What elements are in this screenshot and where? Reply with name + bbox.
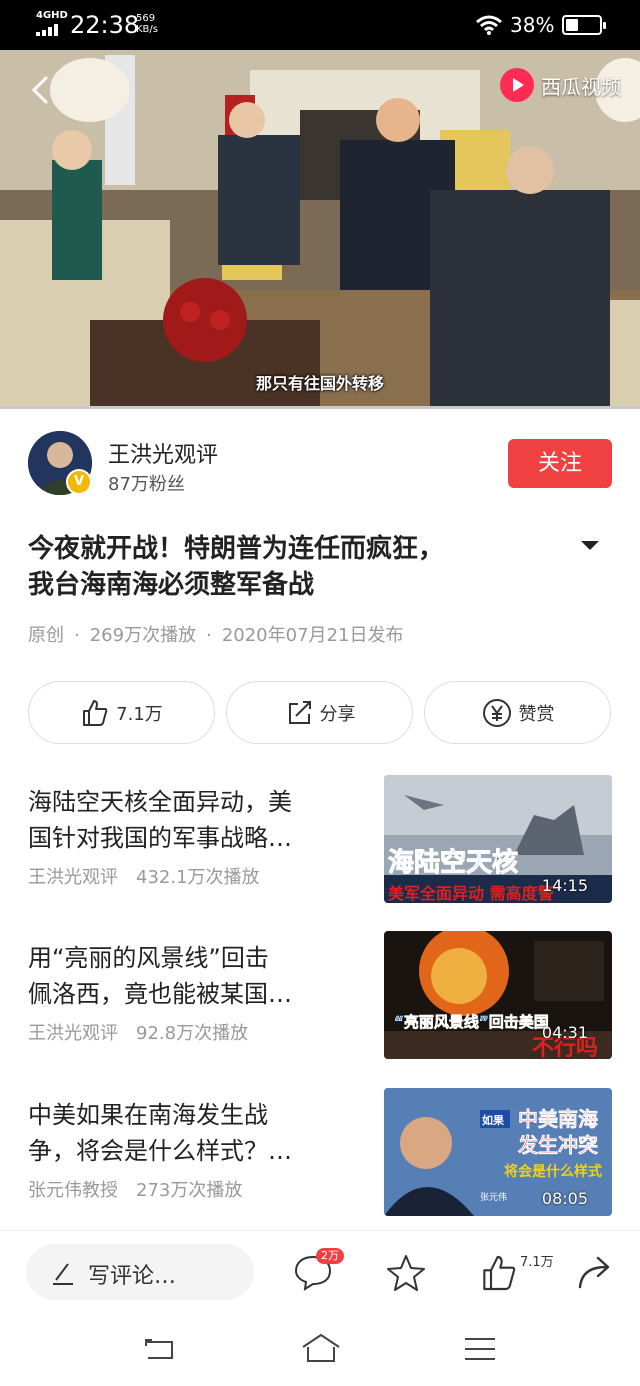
related-title: 用“亮丽的风景线”回击 佩洛西，竟也能被某国… [28, 940, 348, 1012]
thumbnail-overlay-text: 海陆空天核 [388, 847, 518, 878]
battery-percent: 38% [510, 13, 555, 37]
page-title: 今夜就开战！特朗普为连任而疯狂， 我台海南海必须整军备战 [28, 531, 558, 603]
forward-share-icon[interactable] [576, 1253, 616, 1291]
thumbnail-overlay-text: 中美南海 [518, 1107, 598, 1131]
related-thumbnail[interactable]: 海陆空天核 美军全面异动 需高度警 14:15 [384, 775, 612, 903]
related-thumbnail[interactable]: 如果 中美南海 发生冲突 将会是什么样式 张元伟 08:05 [384, 1088, 612, 1216]
related-title-line: 国针对我国的军事战略… [28, 824, 292, 852]
thumbnail-overlay-text: 将会是什么样式 [504, 1163, 602, 1180]
thumbnail-overlay-text: 发生冲突 [517, 1133, 598, 1157]
related-plays: 432.1万次播放 [136, 867, 260, 888]
thumbnail-overlay-text: 如果 [482, 1113, 504, 1127]
like-button[interactable]: 7.1万 [28, 681, 215, 744]
related-title-line: 争，将会是什么样式？… [28, 1137, 292, 1165]
verified-badge: V [66, 469, 92, 495]
video-subtitle: 那只有往国外转移 [255, 374, 384, 393]
expand-caret-icon[interactable] [581, 541, 599, 550]
watermark-brand: 西瓜视频 [500, 68, 621, 102]
signal-icon [36, 24, 58, 36]
share-label: 分享 [319, 703, 356, 725]
reward-button[interactable]: 赞赏 [424, 681, 611, 744]
related-author: 王洪光观评 [28, 867, 118, 888]
speed-value: 569 [136, 13, 156, 24]
share-icon [288, 700, 311, 724]
like-icon[interactable] [478, 1253, 520, 1293]
thumbnail-overlay-text: 张元伟 [480, 1191, 507, 1203]
like-count: 7.1万 [116, 703, 163, 725]
thumbnail-overlay-text: 美军全面异动 需高度警 [388, 884, 554, 903]
share-button[interactable]: 分享 [226, 681, 413, 744]
comment-placeholder: 写评论… [88, 1264, 177, 1289]
nav-home-icon[interactable] [300, 1332, 342, 1364]
brand-name: 西瓜视频 [541, 74, 621, 99]
favorite-star-icon[interactable] [385, 1253, 427, 1293]
video-duration: 14:15 [541, 876, 588, 895]
article-meta: 原创 · 269万次播放 · 2020年07月21日发布 [28, 625, 404, 646]
related-meta: 王洪光观评 432.1万次播放 [28, 863, 260, 889]
wifi-icon [476, 15, 502, 35]
yuan-coin-icon [482, 698, 511, 727]
related-title-line: 用“亮丽的风景线”回击 [28, 944, 269, 972]
related-author: 张元伟教授 [28, 1180, 118, 1201]
reward-label: 赞赏 [518, 703, 555, 725]
related-title: 海陆空天核全面异动，美 国针对我国的军事战略… [28, 784, 348, 856]
author-fans: 87万粉丝 [108, 474, 185, 495]
follow-button[interactable]: 关注 [508, 439, 612, 488]
related-thumbnail[interactable]: “亮丽风景线”回击美国 不行吗 04:31 [384, 931, 612, 1059]
related-author: 王洪光观评 [28, 1023, 118, 1044]
author-name[interactable]: 王洪光观评 [108, 437, 218, 469]
video-progress-bar[interactable] [0, 406, 640, 409]
meta-original: 原创 [28, 625, 64, 646]
related-plays: 92.8万次播放 [136, 1023, 249, 1044]
comment-count-badge: 2万 [316, 1248, 344, 1264]
bottom-action-bar: 写评论… 2万 7.1万 [0, 1230, 640, 1312]
related-video[interactable]: 用“亮丽的风景线”回击 佩洛西，竟也能被某国… 王洪光观评 92.8万次播放 “亮… [0, 931, 640, 1061]
battery-icon [562, 15, 606, 35]
video-duration: 04:31 [541, 1023, 588, 1042]
video-player[interactable]: 西瓜视频 那只有往国外转移 [0, 50, 640, 408]
related-meta: 张元伟教授 273万次播放 [28, 1176, 242, 1202]
related-video[interactable]: 海陆空天核全面异动，美 国针对我国的军事战略… 王洪光观评 432.1万次播放 海… [0, 775, 640, 905]
related-title-line: 中美如果在南海发生战 [28, 1101, 268, 1129]
comment-input[interactable]: 写评论… [26, 1244, 254, 1300]
thumbs-up-icon [83, 699, 108, 726]
title-line-1: 今夜就开战！特朗普为连任而疯狂， [28, 534, 445, 564]
clock: 22:38 [70, 11, 140, 39]
meta-plays: 269万次播放 [89, 625, 197, 646]
battery-level [566, 19, 579, 31]
speed-unit: KB/s [136, 24, 158, 35]
system-navigation-bar [0, 1312, 640, 1386]
title-line-2: 我台海南海必须整军备战 [28, 570, 315, 600]
status-bar: 4GHD 22:38 569 KB/s 38% [0, 0, 640, 50]
video-duration: 08:05 [541, 1189, 588, 1208]
related-meta: 王洪光观评 92.8万次播放 [28, 1019, 248, 1045]
network-type: 4GHD [36, 10, 68, 21]
pen-icon [53, 1263, 73, 1285]
nav-back-icon[interactable] [142, 1334, 178, 1364]
meta-date: 2020年07月21日发布 [221, 625, 404, 646]
network-speed: 569 KB/s [136, 13, 158, 35]
thumbnail-overlay-text: “亮丽风景线”回击美国 [394, 1013, 549, 1031]
related-plays: 273万次播放 [136, 1180, 243, 1201]
like-count-label: 7.1万 [520, 1255, 554, 1270]
related-video[interactable]: 中美如果在南海发生战 争，将会是什么样式？… 张元伟教授 273万次播放 如果 中… [0, 1088, 640, 1218]
related-title-line: 佩洛西，竟也能被某国… [28, 980, 292, 1008]
related-title-line: 海陆空天核全面异动，美 [28, 788, 292, 816]
related-title: 中美如果在南海发生战 争，将会是什么样式？… [28, 1097, 348, 1169]
nav-menu-icon[interactable] [462, 1334, 498, 1364]
back-icon[interactable] [22, 70, 62, 110]
xigua-logo-icon [500, 68, 534, 102]
video-frame [0, 50, 640, 408]
